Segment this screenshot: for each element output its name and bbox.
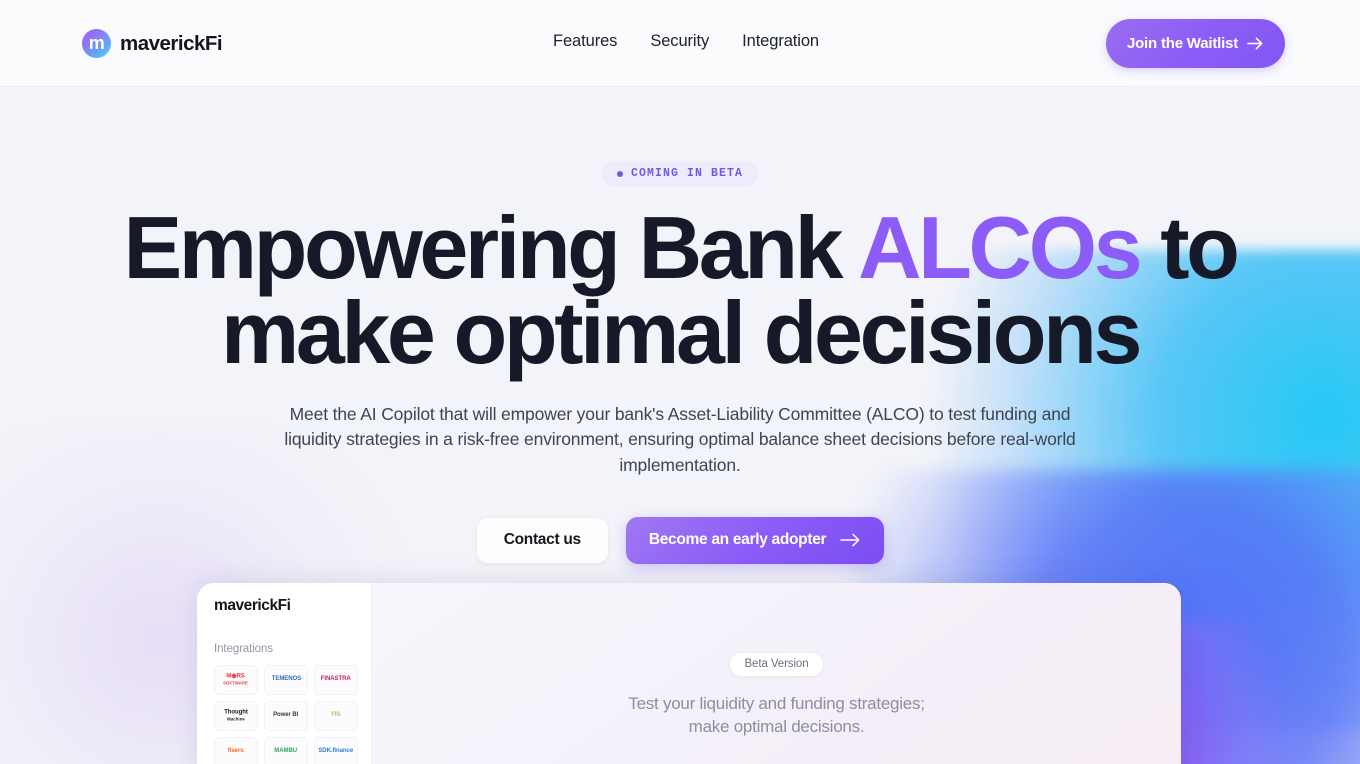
join-waitlist-label: Join the Waitlist (1126, 35, 1238, 52)
become-early-adopter-label: Become an early adopter (648, 531, 827, 549)
preview-tagline: Test your liquidity and funding strategi… (628, 693, 925, 739)
status-badge: COMING IN BETA (601, 161, 758, 187)
integration-label: Thought Machine (224, 708, 248, 722)
integration-label: SDK.finance (318, 747, 354, 755)
integrations-grid: M◉RS SOFTWARE TEMENOS FINASTRA Thought Mac… (214, 665, 358, 764)
badge-dot-icon (616, 170, 623, 177)
status-badge-label: COMING IN BETA (630, 167, 743, 180)
integration-label: FINASTRA (321, 675, 351, 683)
integration-label: Power BI (273, 711, 299, 719)
preview-integrations-label: Integrations (214, 643, 273, 655)
landing-page: m maverickFi Features Security Integrati… (0, 0, 1360, 764)
preview-sidebar: maverickFi Integrations M◉RS SOFTWARE TEM… (197, 583, 372, 764)
integration-label: TEMENOS (271, 675, 301, 683)
contact-us-button[interactable]: Contact us (475, 516, 609, 564)
logo-wordmark: maverickFi (120, 31, 223, 55)
headline-line-2: make optimal decisions (221, 283, 1142, 383)
headline-accent: ALCOs (857, 198, 1143, 297)
logo-mark-letter: m (88, 32, 105, 53)
integration-label: M◉RS SOFTWARE (223, 672, 249, 686)
integration-tile-power-bi[interactable]: Power BI (264, 701, 308, 731)
headline-part-2: to (1139, 198, 1240, 297)
main-navigation: Features Security Integration (553, 32, 819, 51)
preview-tagline-line-2: make optimal decisions. (688, 716, 865, 736)
site-header: m maverickFi Features Security Integrati… (0, 0, 1360, 87)
hero-subtitle: Meet the AI Copilot that will empower yo… (284, 403, 1076, 476)
join-waitlist-button[interactable]: Join the Waitlist (1105, 19, 1285, 68)
arrow-right-icon (1247, 37, 1263, 50)
beta-version-badge: Beta Version (730, 653, 823, 676)
integration-label: MAMBU (274, 747, 298, 755)
integration-tile-mors[interactable]: M◉RS SOFTWARE (214, 665, 258, 695)
integration-tile-fis[interactable]: FIS (314, 701, 358, 731)
arrow-right-icon (840, 533, 860, 547)
nav-item-features[interactable]: Features (553, 32, 617, 51)
page-title: Empowering Bank ALCOs to make optimal de… (0, 204, 1360, 377)
integration-tile-mambu[interactable]: MAMBU (264, 737, 308, 764)
integration-tile-sdk-finance[interactable]: SDK.finance (314, 737, 358, 764)
integration-tile-temenos[interactable]: TEMENOS (264, 665, 308, 695)
headline-part-1: Empowering Bank (123, 198, 858, 297)
hero-cta-row: Contact us Become an early adopter (0, 516, 1360, 564)
nav-item-integration[interactable]: Integration (742, 32, 819, 51)
integration-label: fiserv. (227, 747, 245, 755)
nav-item-security[interactable]: Security (650, 32, 709, 51)
preview-logo-wordmark: maverickFi (214, 597, 291, 614)
dashboard-preview-card: maverickFi Integrations M◉RS SOFTWARE TEM… (197, 583, 1181, 764)
preview-tagline-line-1: Test your liquidity and funding strategi… (628, 694, 925, 713)
hero-section: COMING IN BETA Empowering Bank ALCOs to … (0, 87, 1360, 564)
logo-mark-icon: m (82, 29, 111, 58)
brand-logo[interactable]: m maverickFi (82, 29, 223, 58)
integration-tile-fiserv[interactable]: fiserv. (214, 737, 258, 764)
integration-tile-thought-machine[interactable]: Thought Machine (214, 701, 258, 731)
integration-label: FIS (331, 711, 341, 719)
become-early-adopter-button[interactable]: Become an early adopter (625, 516, 885, 564)
preview-main-panel: Beta Version Test your liquidity and fun… (372, 583, 1181, 764)
integration-tile-finastra[interactable]: FINASTRA (314, 665, 358, 695)
